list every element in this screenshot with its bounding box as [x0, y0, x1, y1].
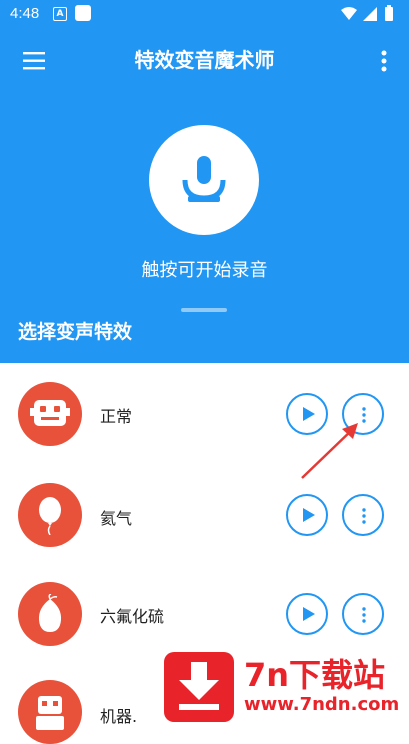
drag-handle[interactable]: [181, 308, 227, 312]
battery-icon: [385, 7, 393, 21]
heavy-balloon-icon: [18, 582, 82, 646]
play-icon: [303, 607, 315, 621]
play-button[interactable]: [286, 494, 328, 536]
robot-icon: [18, 680, 82, 744]
record-hint: 触按可开始录音: [141, 260, 268, 281]
recorder-header: 特效变音魔术师 触按可开始录音 选择变声特效: [0, 28, 409, 363]
effect-label: 氦气: [100, 509, 133, 528]
more-vert-icon: [381, 50, 387, 72]
app-title: 特效变音魔术师: [134, 48, 275, 72]
download-logo-icon: [164, 652, 234, 722]
status-bar: 4:48 A: [0, 0, 409, 28]
options-button[interactable]: [342, 593, 384, 635]
annotation-arrow: [301, 423, 358, 479]
watermark: 7n下载站 www.7ndn.com: [158, 648, 409, 728]
microphone-icon: [182, 156, 226, 202]
wifi-icon: [341, 7, 357, 20]
effect-label: 机器.: [100, 707, 138, 726]
play-button[interactable]: [286, 593, 328, 635]
notification-a-icon: A: [53, 7, 67, 21]
effect-label: 六氟化硫: [100, 607, 165, 626]
toolbar: 特效变音魔术师: [0, 28, 409, 92]
record-button[interactable]: [149, 125, 259, 235]
notification-square-icon: [75, 5, 91, 21]
balloon-icon: [18, 483, 82, 547]
watermark-url: www.7ndn.com: [244, 694, 400, 715]
status-time: 4:48: [10, 5, 40, 22]
play-icon: [303, 508, 315, 522]
effect-label: 正常: [100, 407, 133, 426]
signal-icon: [363, 7, 377, 21]
watermark-title: 7n下载站: [244, 656, 386, 694]
options-button[interactable]: [342, 494, 384, 536]
overflow-menu-button[interactable]: [371, 46, 397, 76]
status-icons: [341, 5, 393, 21]
robot-face-icon: [18, 382, 82, 446]
more-vert-icon: [362, 508, 366, 524]
more-vert-icon: [362, 607, 366, 623]
section-title: 选择变声特效: [18, 321, 133, 343]
